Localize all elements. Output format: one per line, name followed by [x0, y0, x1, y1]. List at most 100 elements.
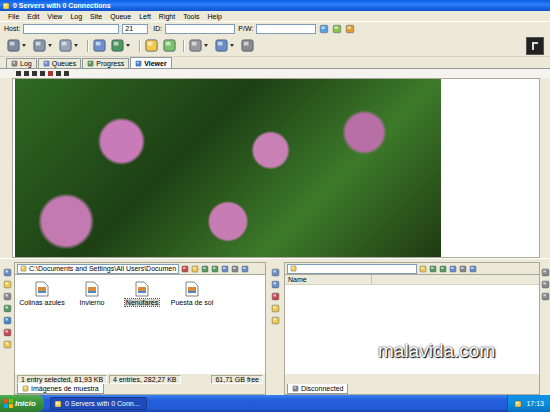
path-tool-icon[interactable]	[211, 265, 219, 273]
prev-icon[interactable]	[24, 71, 29, 76]
path-tool-icon[interactable]	[241, 265, 249, 273]
stop-icon[interactable]	[56, 71, 61, 76]
file-name[interactable]: Colinas azules	[18, 299, 66, 306]
menu-item[interactable]: Right	[155, 13, 179, 20]
tab[interactable]: Progress	[82, 58, 129, 68]
tab[interactable]: Log	[6, 58, 37, 68]
next-icon[interactable]	[32, 71, 37, 76]
menu-item[interactable]: View	[43, 13, 66, 20]
file-item[interactable]: Nenúfares	[119, 281, 165, 306]
stop-icon[interactable]	[240, 38, 255, 53]
column-header[interactable]: Name	[285, 275, 372, 284]
dropdown-arrow-icon[interactable]	[74, 44, 78, 47]
path-tool-icon[interactable]	[419, 265, 427, 273]
queue-icon[interactable]	[92, 38, 107, 53]
file-name[interactable]: Nenúfares	[125, 299, 159, 306]
path-field[interactable]: C:\Documents and Settings\All Users\Docu…	[17, 264, 179, 274]
settings-icon[interactable]	[188, 38, 203, 53]
side-tool-icon[interactable]	[271, 316, 280, 325]
file-item[interactable]: Invierno	[69, 281, 115, 306]
path-tool-icon[interactable]	[231, 265, 239, 273]
quick-connect-icon[interactable]	[332, 24, 342, 34]
menu-item[interactable]: Log	[66, 13, 86, 20]
site-manager-icon[interactable]	[6, 38, 21, 53]
side-tool-icon[interactable]	[271, 268, 280, 277]
side-tool-icon[interactable]	[3, 340, 12, 349]
side-tool-icon[interactable]	[271, 292, 280, 301]
host-field[interactable]	[23, 24, 119, 34]
dropdown-arrow-icon[interactable]	[48, 44, 52, 47]
last-icon[interactable]	[40, 71, 45, 76]
path-text[interactable]: C:\Documents and Settings\All Users\Docu…	[29, 265, 176, 272]
side-tool-icon[interactable]	[541, 280, 550, 289]
menu-bar: FileEditViewLogSiteQueueLeftRightToolsHe…	[0, 11, 550, 22]
menu-item[interactable]: Help	[204, 13, 226, 20]
path-tool-icon[interactable]	[449, 265, 457, 273]
menu-item[interactable]: Queue	[106, 13, 135, 20]
file-name[interactable]: Invierno	[79, 299, 106, 306]
menu-item[interactable]: File	[4, 13, 23, 20]
path-field[interactable]	[287, 264, 417, 274]
viewer-photo	[15, 79, 441, 257]
connect-icon[interactable]	[319, 24, 329, 34]
menu-item[interactable]: Site	[86, 13, 106, 20]
dropdown-arrow-icon[interactable]	[126, 44, 130, 47]
path-tool-icon[interactable]	[429, 265, 437, 273]
file-item[interactable]: Puesta de sol	[169, 281, 215, 306]
task-label[interactable]: 0 Servers with 0 Conn...	[65, 400, 140, 407]
path-tool-icon[interactable]	[181, 265, 189, 273]
side-tool-icon[interactable]	[3, 316, 12, 325]
side-tool-icon[interactable]	[3, 328, 12, 337]
side-tool-icon[interactable]	[3, 304, 12, 313]
transfer-icon[interactable]	[58, 38, 73, 53]
pane-tab-label[interactable]: Disconnected	[301, 385, 343, 392]
file-item[interactable]: Colinas azules	[19, 281, 65, 306]
tab-label[interactable]: Viewer	[144, 60, 166, 67]
side-tool-icon[interactable]	[3, 280, 12, 289]
side-tool-icon[interactable]	[541, 268, 550, 277]
path-tool-icon[interactable]	[469, 265, 477, 273]
tray-icon[interactable]	[514, 400, 522, 408]
start-label[interactable]: Inicio	[15, 399, 36, 408]
path-tool-icon[interactable]	[201, 265, 209, 273]
pane-tab-label[interactable]: Imágenes de muestra	[31, 385, 99, 392]
side-tool-icon[interactable]	[541, 292, 550, 301]
start-button[interactable]: Inicio	[0, 395, 44, 412]
side-tool-icon[interactable]	[271, 280, 280, 289]
file-name[interactable]: Puesta de sol	[170, 299, 214, 306]
dropdown-arrow-icon[interactable]	[22, 44, 26, 47]
disconnect-icon[interactable]	[32, 38, 47, 53]
menu-item[interactable]: Edit	[23, 13, 43, 20]
port-field[interactable]: 21	[122, 24, 148, 34]
first-icon[interactable]	[16, 71, 21, 76]
tab[interactable]: Viewer	[130, 57, 171, 68]
task-button[interactable]: 0 Servers with 0 Conn...	[50, 397, 147, 410]
tab[interactable]: Queues	[38, 58, 82, 68]
refresh-icon[interactable]	[162, 38, 177, 53]
path-tool-icon[interactable]	[221, 265, 229, 273]
dropdown-arrow-icon[interactable]	[204, 44, 208, 47]
play-icon[interactable]	[64, 71, 69, 76]
view-icon[interactable]	[214, 38, 229, 53]
folder-icon[interactable]	[144, 38, 159, 53]
menu-item[interactable]: Tools	[179, 13, 203, 20]
id-field[interactable]	[165, 24, 235, 34]
dropdown-arrow-icon[interactable]	[230, 44, 234, 47]
books-icon[interactable]	[345, 24, 355, 34]
side-tool-icon[interactable]	[3, 292, 12, 301]
side-tool-icon[interactable]	[271, 304, 280, 313]
download-icon[interactable]	[110, 38, 125, 53]
path-tool-icon[interactable]	[439, 265, 447, 273]
path-tool-icon[interactable]	[191, 265, 199, 273]
path-tool-icon[interactable]	[459, 265, 467, 273]
menu-item[interactable]: Left	[135, 13, 155, 20]
tab-label[interactable]: Progress	[96, 60, 124, 67]
side-tool-icon[interactable]	[3, 268, 12, 277]
tab-label[interactable]: Queues	[52, 60, 77, 67]
pane-tab[interactable]: Imágenes de muestra	[17, 384, 104, 394]
port-value[interactable]: 21	[125, 25, 133, 32]
tab-label[interactable]: Log	[20, 60, 32, 67]
password-field[interactable]	[256, 24, 316, 34]
pane-tab[interactable]: Disconnected	[287, 384, 348, 394]
close-icon[interactable]	[48, 71, 53, 76]
